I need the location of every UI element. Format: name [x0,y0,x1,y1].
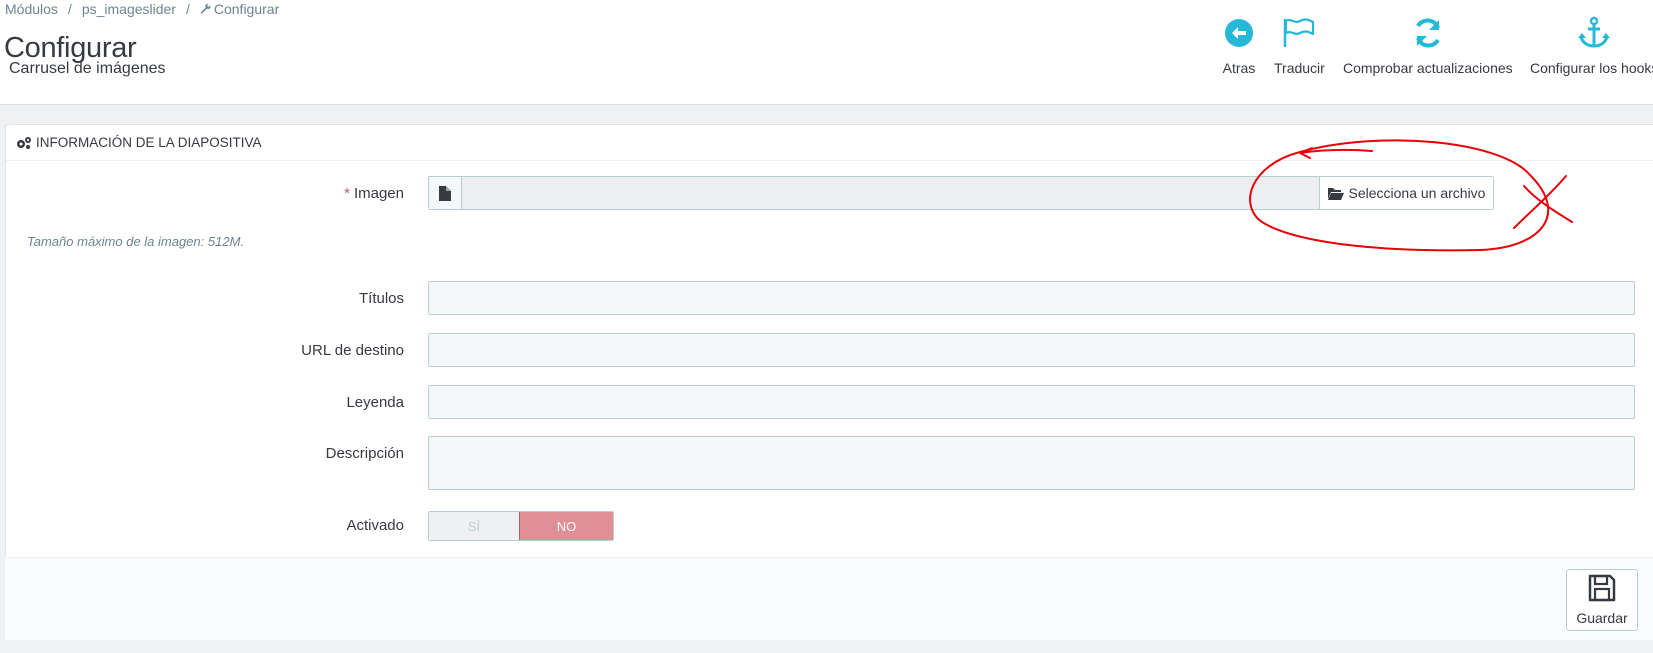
url-input[interactable] [428,333,1635,367]
image-help-text: Tamaño máximo de la imagen: 512M. [27,234,245,249]
wrench-icon [200,1,211,17]
back-button[interactable]: Atras [1222,16,1256,76]
check-updates-label: Comprobar actualizaciones [1343,60,1513,76]
titles-input[interactable] [428,281,1635,315]
switch-no-option[interactable]: NO [519,512,613,540]
enabled-switch: SÍ NO [428,511,614,541]
configure-hooks-label: Configurar los hooks [1530,60,1653,76]
breadcrumb: Módulos / ps_imageslider / Configurar [5,1,279,17]
arrow-circle-left-icon [1222,16,1256,50]
flag-icon [1282,16,1316,50]
breadcrumb-item-module[interactable]: ps_imageslider [82,1,176,17]
breadcrumb-separator: / [185,1,190,17]
image-label-text: Imagen [353,185,404,202]
legend-input[interactable] [428,385,1635,419]
panel-heading-title: Información de la diapositiva [36,135,262,150]
image-file-name-input[interactable] [462,177,1319,209]
breadcrumb-item-modules[interactable]: Módulos [5,1,58,17]
folder-open-icon [1327,187,1344,200]
save-label: Guardar [1576,610,1628,626]
file-icon [429,177,462,209]
image-label: * Imagen [344,185,404,202]
breadcrumb-item-current: Configurar [213,1,280,17]
select-file-button[interactable]: Selecciona un archivo [1319,177,1493,209]
back-label: Atras [1222,60,1256,76]
panel-footer [5,557,1653,640]
url-label: URL de destino [301,342,404,359]
translate-label: Traducir [1274,60,1325,76]
translate-button[interactable]: Traducir [1274,16,1325,76]
titles-label: Títulos [358,290,404,307]
refresh-icon [1411,16,1445,50]
floppy-disk-icon [1588,574,1616,607]
panel-heading: Información de la diapositiva [6,125,1653,161]
select-file-label: Selecciona un archivo [1348,185,1486,201]
configure-hooks-button[interactable]: Configurar los hooks [1530,16,1653,76]
image-file-field: Selecciona un archivo [428,176,1494,210]
description-label: Descripción [325,445,404,462]
legend-label: Leyenda [346,394,404,411]
toolbar: Atras Traducir Comprobar actualizaciones… [0,16,1653,86]
save-button[interactable]: Guardar [1566,569,1638,631]
gears-icon [16,136,32,150]
required-mark: * [344,185,350,202]
switch-yes-option[interactable]: SÍ [429,512,519,540]
check-updates-button[interactable]: Comprobar actualizaciones [1343,16,1513,76]
anchor-icon [1577,16,1611,50]
breadcrumb-separator: / [67,1,72,17]
description-textarea[interactable] [428,436,1635,490]
enabled-label: Activado [346,517,404,534]
page-header: Módulos / ps_imageslider / Configurar Co… [0,0,1653,105]
